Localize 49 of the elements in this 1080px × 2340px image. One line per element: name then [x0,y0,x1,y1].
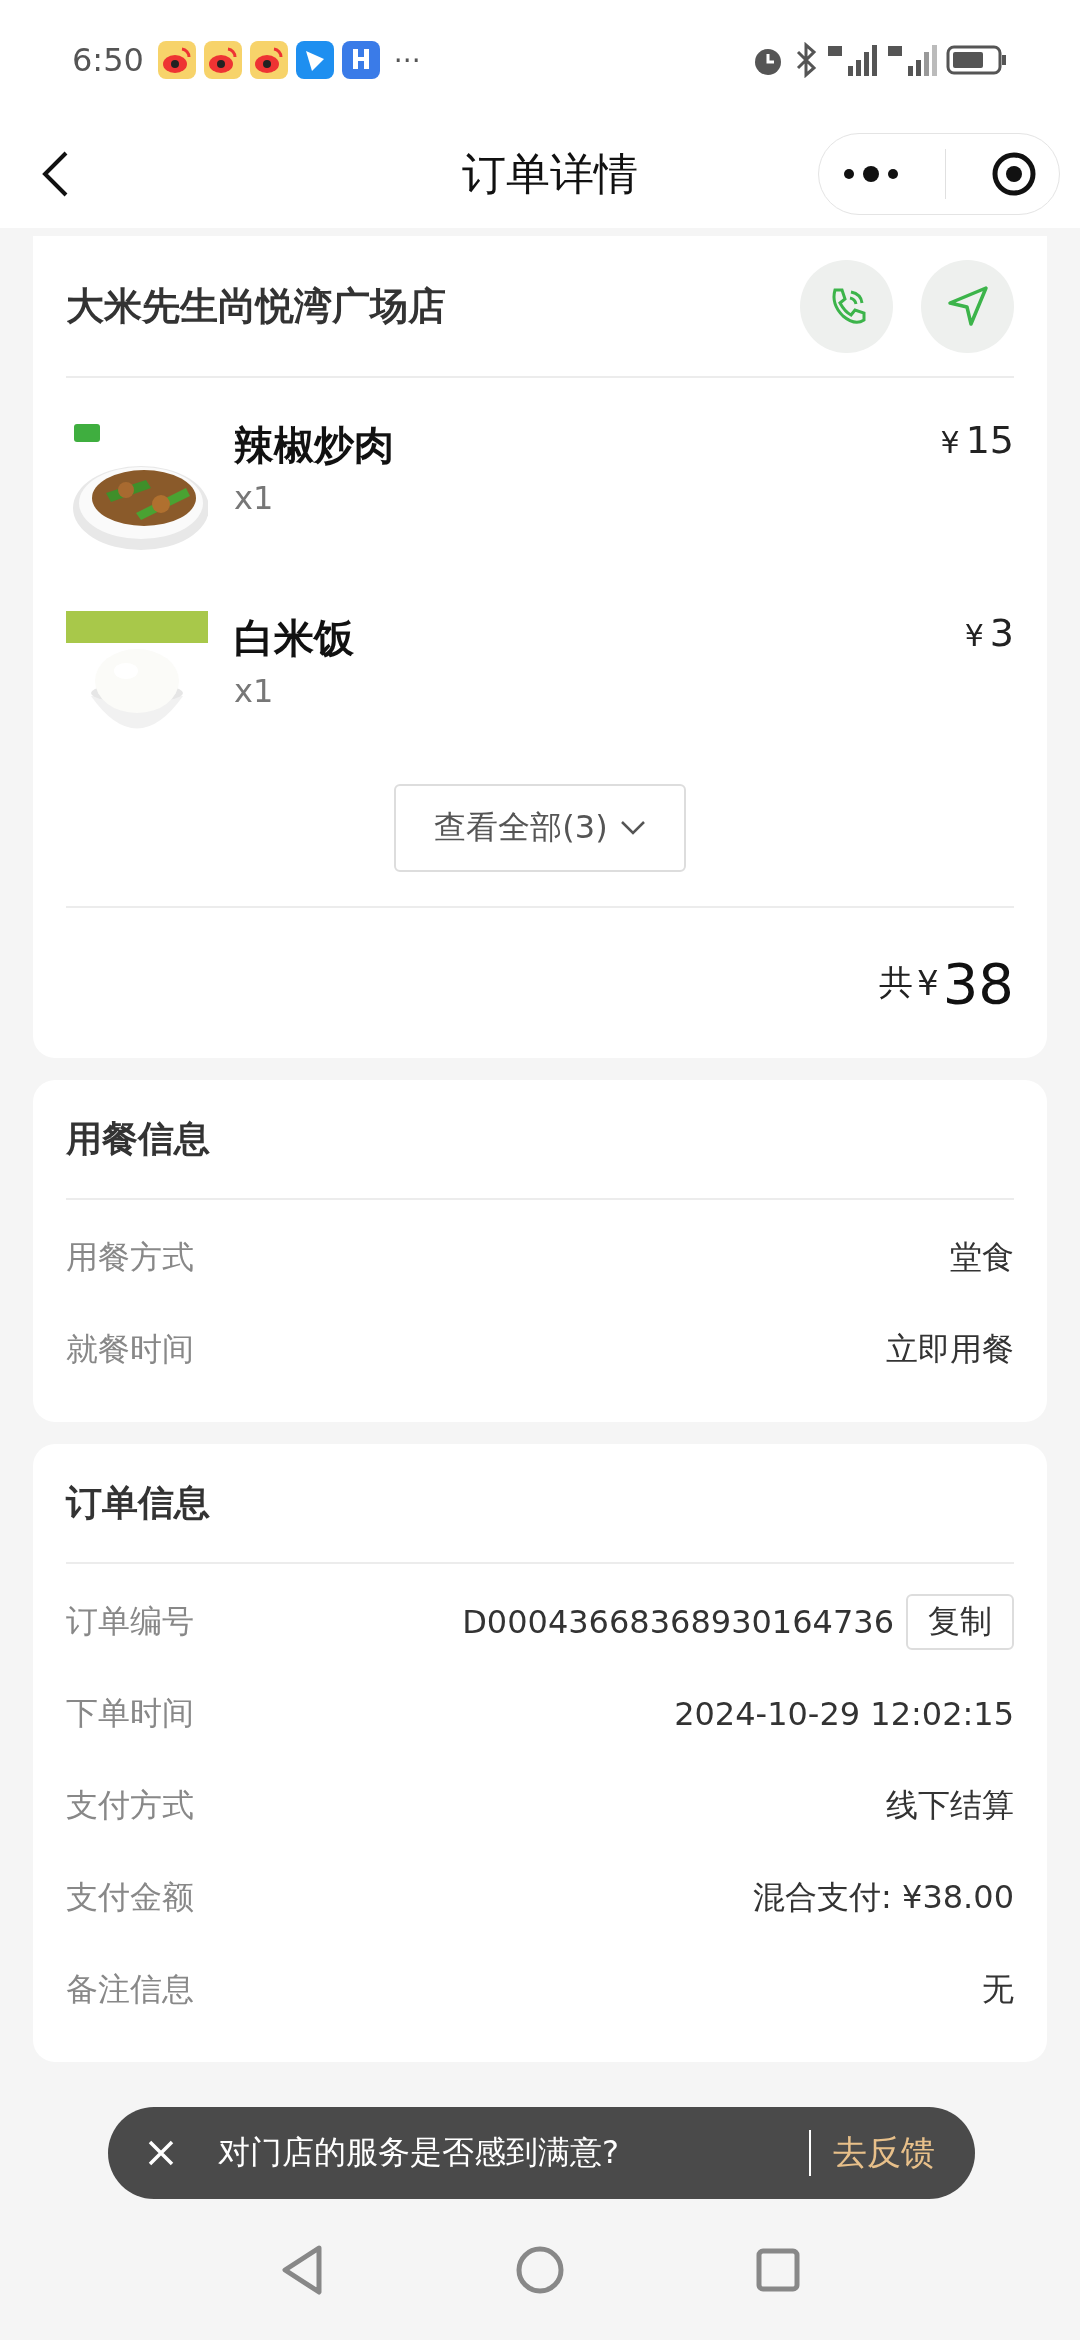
more-notifications: ··· [393,43,421,77]
feedback-button[interactable]: 去反馈 [833,2130,935,2176]
info-value: 无 [982,1969,1014,2010]
info-label: 支付金额 [66,1877,194,1918]
store-name: 大米先生尚悦湾广场店 [66,282,446,330]
info-label: 支付方式 [66,1785,194,1826]
info-label: 备注信息 [66,1969,194,2010]
signal-icon [826,42,878,78]
back-nav-button[interactable] [279,2244,325,2296]
dish-price: ¥15 [940,418,1014,462]
currency-sign: ¥ [917,963,939,1003]
toast-message: 对门店的服务是否感到满意? [218,2132,619,2173]
info-label: 用餐方式 [66,1237,194,1278]
copy-button[interactable]: 复制 [906,1594,1014,1650]
info-label: 下单时间 [66,1693,194,1734]
bluetooth-icon [794,42,818,78]
signal-icon [886,42,938,78]
page-title: 订单详情 [462,146,638,201]
dish-price: ¥3 [964,611,1014,655]
wing-app-icon [295,41,334,79]
home-nav-button[interactable] [515,2245,565,2295]
info-value: D00043668368930164736 [462,1603,894,1641]
close-button[interactable] [146,2138,176,2168]
status-time: 6:50 [72,41,144,79]
info-label: 就餐时间 [66,1329,194,1370]
eye-app-icon [249,41,288,79]
recents-nav-button[interactable] [755,2247,801,2293]
send-icon [945,284,990,328]
dish-quantity: x1 [234,672,275,710]
info-value: 堂食 [950,1237,1014,1278]
back-button[interactable] [40,150,70,198]
app-icon [341,41,380,79]
info-value: 2024-10-29 12:02:15 [674,1695,1014,1733]
total-amount: 38 [942,950,1014,1016]
eye-app-icon [203,41,242,79]
chevron-down-icon [619,820,646,836]
dish-quantity: x1 [234,479,275,517]
total-label: 共 [879,961,914,1004]
dish-name: 辣椒炒肉 [234,421,394,470]
eye-app-icon [157,41,196,79]
close-button[interactable] [990,151,1037,197]
dish-name: 白米饭 [234,614,354,663]
section-title: 订单信息 [66,1444,1014,1564]
info-label: 订单编号 [66,1601,194,1642]
info-value: 线下结算 [886,1785,1014,1826]
info-value: 混合支付: ¥38.00 [753,1877,1014,1918]
view-all-button[interactable]: 查看全部(3) [394,784,686,872]
section-title: 用餐信息 [66,1080,1014,1200]
info-value: 立即用餐 [886,1329,1014,1370]
